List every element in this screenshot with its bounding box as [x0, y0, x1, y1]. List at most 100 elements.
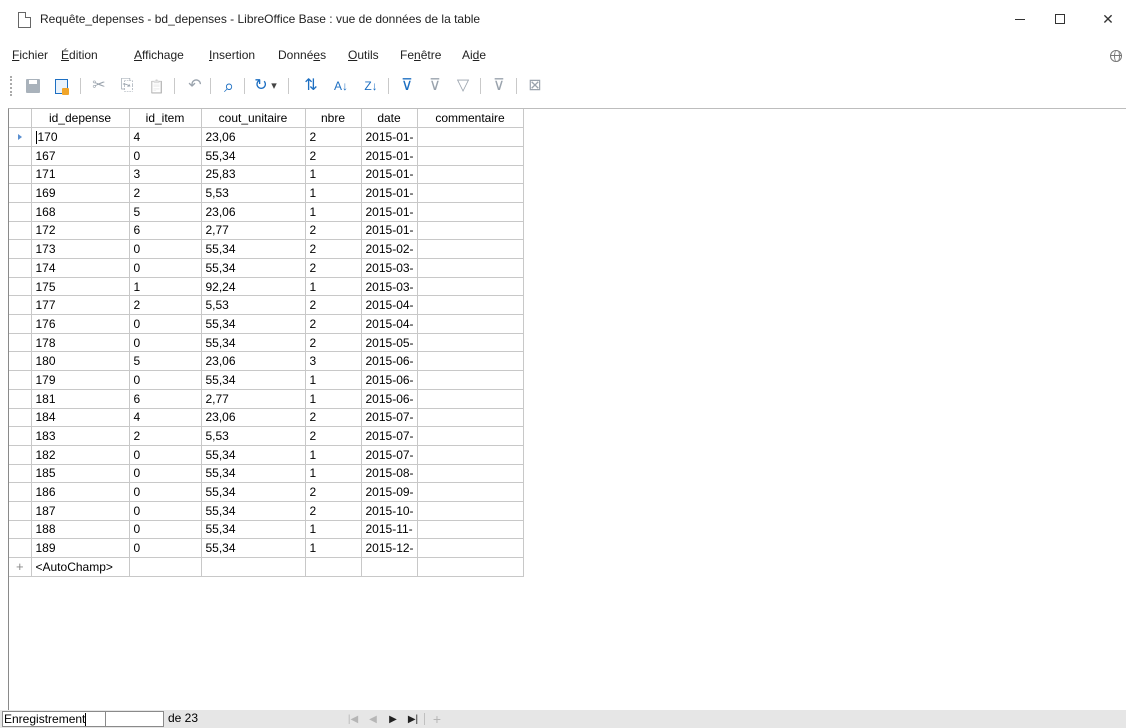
cell-nbre[interactable]: 2 — [305, 239, 362, 259]
cell-id-depense[interactable]: 187 — [31, 501, 130, 521]
cell-id-item[interactable]: 0 — [129, 370, 202, 390]
cell-id-item[interactable]: 0 — [129, 445, 202, 465]
cell-cout-unitaire[interactable]: 2,77 — [201, 221, 306, 241]
cell-commentaire[interactable] — [417, 258, 524, 278]
cell-date[interactable]: 2015-06- — [361, 351, 418, 372]
cell-date[interactable]: 2015-11- — [361, 520, 418, 540]
cell-commentaire[interactable] — [417, 165, 524, 185]
cell-cout-unitaire[interactable]: 23,06 — [201, 408, 306, 428]
table-row[interactable]: 167 0 55,34 2 2015-01- — [9, 146, 524, 166]
cell-id-item[interactable]: 0 — [129, 538, 202, 558]
cell-nbre[interactable]: 1 — [305, 389, 362, 409]
cell-commentaire[interactable] — [417, 538, 524, 558]
cell-date[interactable]: 2015-07- — [361, 445, 418, 465]
cell-commentaire[interactable] — [417, 464, 524, 484]
cell-commentaire[interactable] — [417, 333, 524, 353]
cell-id-item[interactable]: 2 — [129, 295, 202, 316]
row-header[interactable] — [9, 389, 32, 409]
cell-commentaire[interactable] — [417, 445, 524, 465]
table-row[interactable]: 169 2 5,53 1 2015-01- — [9, 183, 524, 203]
cell-cout-unitaire[interactable]: 55,34 — [201, 538, 306, 558]
cell-id-item[interactable]: 2 — [129, 426, 202, 446]
row-header[interactable] — [9, 501, 32, 521]
table-row[interactable]: 182 0 55,34 1 2015-07- — [9, 445, 524, 465]
cell-id-depense[interactable]: 188 — [31, 520, 130, 540]
previous-record-button[interactable]: ◀ — [364, 712, 382, 726]
menu-fenetre[interactable]: Fenêtre — [400, 48, 441, 62]
new-record-row[interactable]: + <AutoChamp> — [9, 557, 524, 577]
cell-id-depense[interactable]: 169 — [31, 183, 130, 203]
cell-nbre[interactable]: 2 — [305, 501, 362, 521]
row-header[interactable]: + — [9, 557, 32, 577]
cell-id-depense[interactable]: 172 — [31, 221, 130, 241]
record-number-input[interactable] — [106, 711, 164, 727]
cell-nbre[interactable]: 2 — [305, 146, 362, 166]
cell-id-depense[interactable]: 185 — [31, 464, 130, 484]
cell-cout-unitaire[interactable]: 23,06 — [201, 351, 306, 372]
row-header[interactable] — [9, 221, 32, 241]
cell-cout-unitaire[interactable]: 55,34 — [201, 445, 306, 465]
delete-record-button[interactable]: ⊠ — [524, 76, 546, 96]
maximize-button[interactable] — [1048, 8, 1072, 30]
table-row[interactable]: 172 6 2,77 2 2015-01- — [9, 221, 524, 241]
cell-nbre[interactable]: 2 — [305, 127, 362, 147]
cell-date[interactable]: 2015-01- — [361, 165, 418, 185]
cell-nbre[interactable]: 1 — [305, 202, 362, 222]
table-row[interactable]: 170 4 23,06 2 2015-01- — [9, 127, 524, 147]
sort-descending-button[interactable]: Z↓ — [360, 76, 382, 96]
row-header[interactable] — [9, 370, 32, 390]
table-row[interactable]: 188 0 55,34 1 2015-11- — [9, 520, 524, 540]
column-header-nbre[interactable]: nbre — [305, 109, 362, 129]
apply-filter-button[interactable]: ▽ — [452, 76, 474, 96]
cell-date[interactable]: 2015-09- — [361, 482, 418, 502]
cell-id-depense[interactable]: 167 — [31, 146, 130, 166]
new-record-button[interactable]: + — [428, 711, 446, 727]
table-row[interactable]: 183 2 5,53 2 2015-07- — [9, 426, 524, 446]
cell-nbre[interactable]: 2 — [305, 333, 362, 353]
cell-id-item[interactable]: 2 — [129, 183, 202, 203]
cell-nbre[interactable]: 2 — [305, 221, 362, 241]
cell-id-item[interactable]: 0 — [129, 520, 202, 540]
menu-outils[interactable]: Outils — [348, 48, 379, 62]
column-header-cout-unitaire[interactable]: cout_unitaire — [201, 109, 306, 129]
row-header[interactable] — [9, 333, 32, 353]
cell-date[interactable]: 2015-07- — [361, 426, 418, 446]
cell-nbre[interactable]: 2 — [305, 258, 362, 278]
cell-nbre[interactable]: 2 — [305, 426, 362, 446]
row-header[interactable] — [9, 277, 32, 297]
standard-filter-button[interactable]: ⊽ — [424, 76, 446, 96]
cell-nbre[interactable]: 2 — [305, 314, 362, 334]
edit-data-button[interactable] — [50, 76, 72, 96]
cell-date[interactable]: 2015-05- — [361, 333, 418, 353]
menu-aide[interactable]: Aide — [462, 48, 486, 62]
row-header[interactable] — [9, 482, 32, 502]
cell-id-item[interactable]: 4 — [129, 127, 202, 147]
refresh-dropdown-button[interactable]: ▾ — [268, 76, 280, 96]
cell-nbre[interactable]: 1 — [305, 445, 362, 465]
row-header[interactable] — [9, 258, 32, 278]
cell-id-depense[interactable]: 168 — [31, 202, 130, 222]
new-row-cell[interactable] — [305, 557, 362, 577]
cell-nbre[interactable]: 1 — [305, 464, 362, 484]
row-header[interactable] — [9, 408, 32, 428]
cell-date[interactable]: 2015-01- — [361, 202, 418, 222]
cell-id-item[interactable]: 3 — [129, 165, 202, 185]
cell-date[interactable]: 2015-04- — [361, 314, 418, 334]
cell-date[interactable]: 2015-01- — [361, 183, 418, 203]
cell-id-item[interactable]: 6 — [129, 221, 202, 241]
table-row[interactable]: 176 0 55,34 2 2015-04- — [9, 314, 524, 334]
table-row[interactable]: 171 3 25,83 1 2015-01- — [9, 165, 524, 185]
cell-date[interactable]: 2015-12- — [361, 538, 418, 558]
autofilter-button[interactable]: ⊽ — [396, 76, 418, 96]
save-button[interactable] — [22, 76, 44, 96]
reset-filter-button[interactable]: ⊽ — [488, 76, 510, 96]
cell-commentaire[interactable] — [417, 221, 524, 241]
copy-button[interactable]: ⎘ — [116, 76, 138, 96]
data-grid[interactable]: id_depense id_item cout_unitaire nbre da… — [8, 108, 1126, 710]
cell-id-item[interactable]: 5 — [129, 202, 202, 222]
column-header-id-item[interactable]: id_item — [129, 109, 202, 129]
row-header[interactable] — [9, 127, 32, 147]
row-header[interactable] — [9, 426, 32, 446]
cell-nbre[interactable]: 1 — [305, 538, 362, 558]
cell-id-depense[interactable]: 182 — [31, 445, 130, 465]
